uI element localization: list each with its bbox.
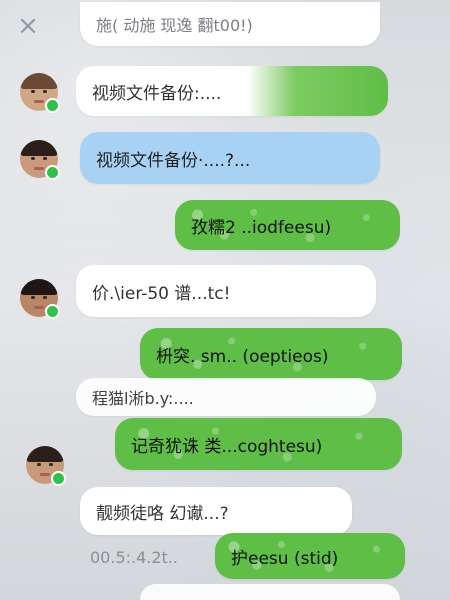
avatar-user-2[interactable] [20,140,60,180]
message-text: 记奇犹诛 类...coghtesu) [131,436,323,457]
online-dot-icon [51,471,66,486]
message-text: 价.\ier-50 谱...tc! [92,283,231,304]
avatar-user-1[interactable] [20,73,60,113]
avatar-user-4[interactable] [26,446,66,486]
online-dot-icon [45,165,60,180]
message-text: 施( 动施 现逸 翻t00!) [96,16,253,35]
message-text: 视频文件备份·....?... [96,150,251,171]
chat-bubble[interactable]: 护eesu (stid) [215,533,405,579]
message-text: 程猫l淅b.y:.... [92,389,194,408]
chat-bubble[interactable]: 枡突. sm.. (oeptieos) [140,328,402,380]
message-text: 护eesu (stid) [231,548,339,569]
close-icon[interactable]: × [12,10,44,42]
chat-bubble[interactable]: 靓频徒咯 幻谳...? [80,487,352,535]
online-dot-icon [45,304,60,319]
chat-bubble[interactable]: 程猫l淅b.y:.... [76,378,376,416]
chat-bubble-top[interactable]: 施( 动施 现逸 翻t00!) [80,2,380,46]
chat-bubble-bottom [140,584,400,600]
chat-bubble[interactable]: 记奇犹诛 类...coghtesu) [115,418,402,470]
chat-bubble[interactable]: 视频文件备份·....?... [80,132,380,184]
message-text: 视频文件备份:.... [92,83,222,104]
online-dot-icon [45,98,60,113]
timestamp: 00.5:.4.2t.. [90,548,178,567]
chat-bubble[interactable]: 视频文件备份:.... [76,66,388,116]
message-text: 枡突. sm.. (oeptieos) [156,346,329,367]
chat-bubble[interactable]: 孜糯2 ..iodfeesu) [175,200,400,250]
chat-bubble[interactable]: 价.\ier-50 谱...tc! [76,265,376,317]
message-text: 孜糯2 ..iodfeesu) [191,217,332,238]
message-text: 靓频徒咯 幻谳...? [96,503,229,524]
avatar-user-3[interactable] [20,279,60,319]
